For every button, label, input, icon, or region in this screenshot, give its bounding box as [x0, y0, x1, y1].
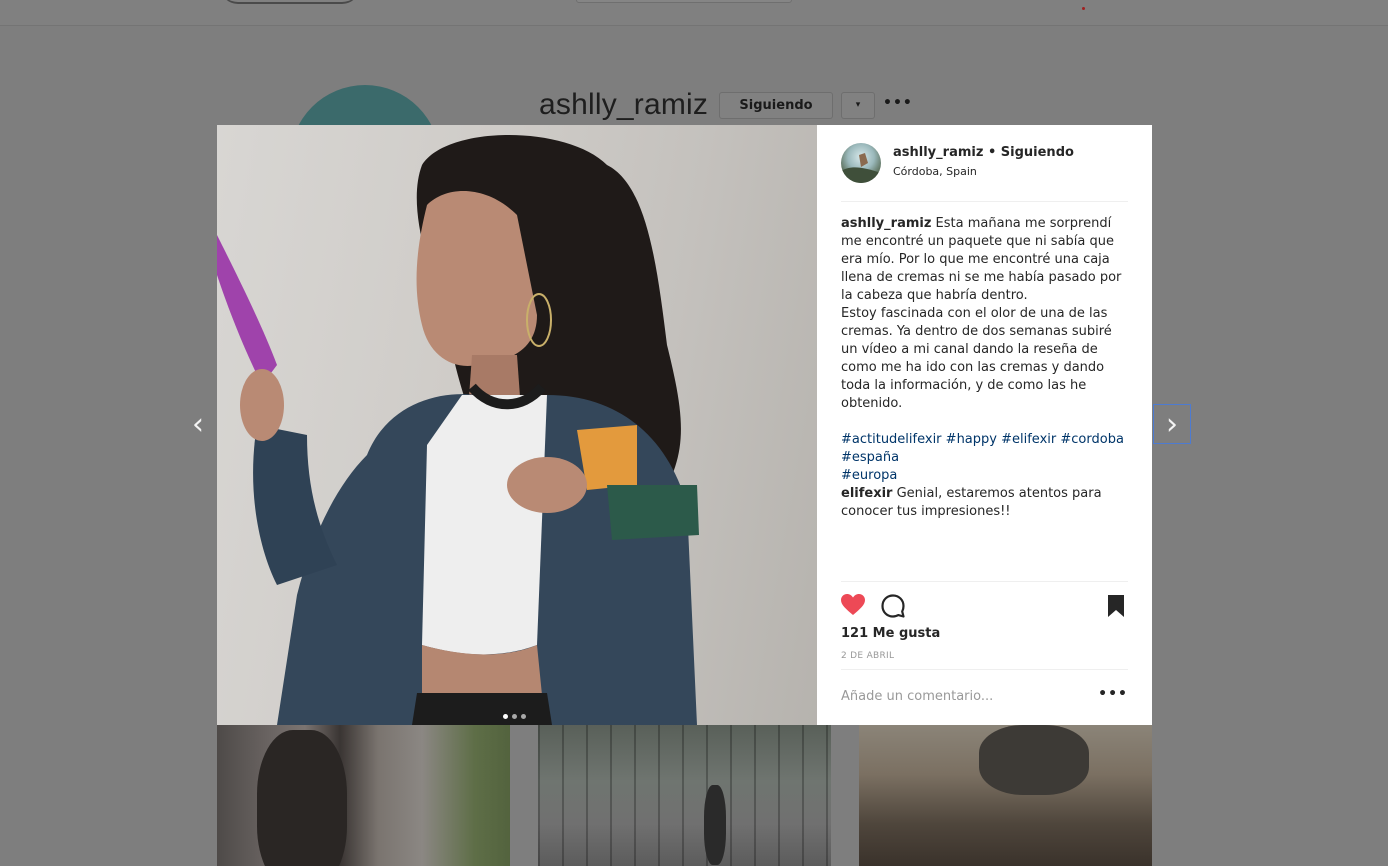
avatar-image [841, 153, 881, 183]
post-author-avatar[interactable] [841, 143, 881, 183]
post-author-username[interactable]: ashlly_ramiz [893, 145, 983, 160]
thumbnail-figure [257, 730, 347, 866]
chevron-down-icon[interactable]: ▾ [841, 92, 875, 119]
carousel-dot [521, 714, 526, 719]
post-photo[interactable] [217, 125, 817, 725]
caption-username[interactable]: ashlly_ramiz [841, 216, 931, 231]
hashtag-line: #europa [841, 467, 1130, 485]
chevron-left-icon[interactable]: ‹ [184, 406, 212, 444]
header-separator: • [987, 145, 997, 160]
post-photo-illustration [217, 135, 699, 725]
bookmark-icon[interactable] [1106, 594, 1126, 618]
caption: ashlly_ramiz Esta mañana me sorprendí me… [841, 215, 1130, 305]
top-navigation-bar [0, 0, 1388, 26]
grid-post-thumbnail[interactable] [538, 725, 831, 866]
heart-icon[interactable] [841, 594, 865, 616]
instagram-logo[interactable] [220, 0, 360, 4]
hashtag-link[interactable]: #actitudelifexir [841, 432, 942, 447]
caption-blank-line [841, 413, 1130, 431]
more-options-icon[interactable]: ••• [883, 92, 912, 117]
thumbnail-figure [979, 725, 1089, 795]
hashtag-link[interactable]: #cordoba [1060, 432, 1124, 447]
notification-dot [1082, 7, 1085, 10]
add-comment-section: ••• [841, 669, 1128, 726]
grid-post-thumbnail[interactable] [217, 725, 510, 866]
hashtag-line: #españa [841, 449, 1130, 467]
follow-status[interactable]: Siguiendo [1001, 145, 1074, 160]
comment: elifexir Genial, estaremos atentos para … [841, 485, 1130, 521]
carousel-dot [512, 714, 517, 719]
likes-count[interactable]: 121 Me gusta [841, 626, 940, 641]
search-input[interactable] [576, 0, 792, 3]
comment-input[interactable] [841, 684, 1091, 708]
carousel-dot-active [503, 714, 508, 719]
thumbnail-figure [704, 785, 726, 865]
hashtag-line: #actitudelifexir #happy #elifexir #cordo… [841, 431, 1130, 449]
post-location[interactable]: Córdoba, Spain [893, 165, 977, 178]
post-author-line: ashlly_ramiz • Siguiendo [893, 145, 1074, 160]
hashtag-link[interactable]: #españa [841, 450, 899, 465]
post-date[interactable]: 2 DE ABRIL [841, 651, 894, 661]
comments-list: ashlly_ramiz Esta mañana me sorprendí me… [841, 215, 1130, 521]
post-side-panel: ashlly_ramiz • Siguiendo Córdoba, Spain … [817, 125, 1152, 725]
following-button[interactable]: Siguiendo [719, 92, 833, 119]
post-modal: ashlly_ramiz • Siguiendo Córdoba, Spain … [217, 125, 1152, 725]
profile-username: ashlly_ramiz [539, 88, 709, 121]
post-header: ashlly_ramiz • Siguiendo Córdoba, Spain [841, 141, 1128, 202]
carousel-indicators [503, 704, 530, 723]
hashtag-link[interactable]: #happy [946, 432, 997, 447]
more-options-icon[interactable]: ••• [1098, 686, 1128, 702]
hashtag-link[interactable]: #europa [841, 468, 897, 483]
chevron-right-icon[interactable]: › [1153, 404, 1191, 444]
caption-text-2: Estoy fascinada con el olor de una de la… [841, 306, 1112, 411]
action-bar [841, 581, 1128, 626]
hashtag-link[interactable]: #elifexir [1001, 432, 1056, 447]
comment-username[interactable]: elifexir [841, 486, 892, 501]
comment-icon[interactable] [881, 594, 905, 618]
grid-post-thumbnail[interactable] [859, 725, 1152, 866]
